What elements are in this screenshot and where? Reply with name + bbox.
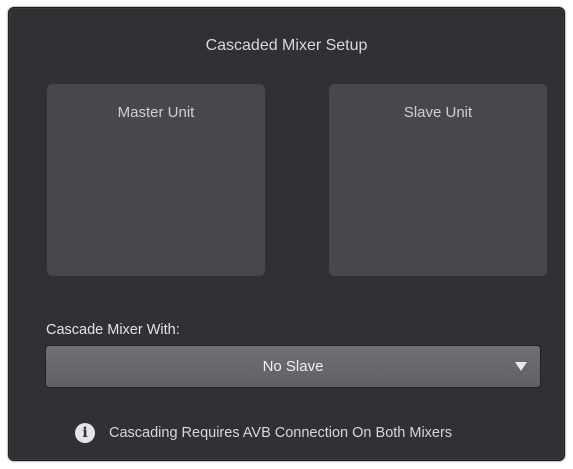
master-unit-slot[interactable]: Master Unit [47, 84, 265, 276]
info-icon: i [75, 423, 95, 443]
master-unit-label: Master Unit [117, 104, 195, 121]
cascade-mixer-select[interactable]: No Slave [45, 345, 541, 388]
panel-title: Cascaded Mixer Setup [205, 37, 368, 54]
slave-unit-label: Slave Unit [403, 104, 473, 121]
cascade-mixer-select-value: No Slave [262, 358, 324, 375]
cascade-mixer-with-label: Cascade Mixer With: [46, 322, 180, 338]
notice-text: Cascading Requires AVB Connection On Bot… [109, 425, 453, 441]
window-background: Cascaded Mixer Setup Master Unit Slave U… [0, 0, 573, 469]
cascaded-mixer-setup-panel: Cascaded Mixer Setup Master Unit Slave U… [8, 7, 565, 461]
slave-unit-slot[interactable]: Slave Unit [329, 84, 547, 276]
avb-requirement-notice: i Cascading Requires AVB Connection On B… [75, 422, 452, 444]
dropdown-arrow-icon [515, 362, 527, 371]
